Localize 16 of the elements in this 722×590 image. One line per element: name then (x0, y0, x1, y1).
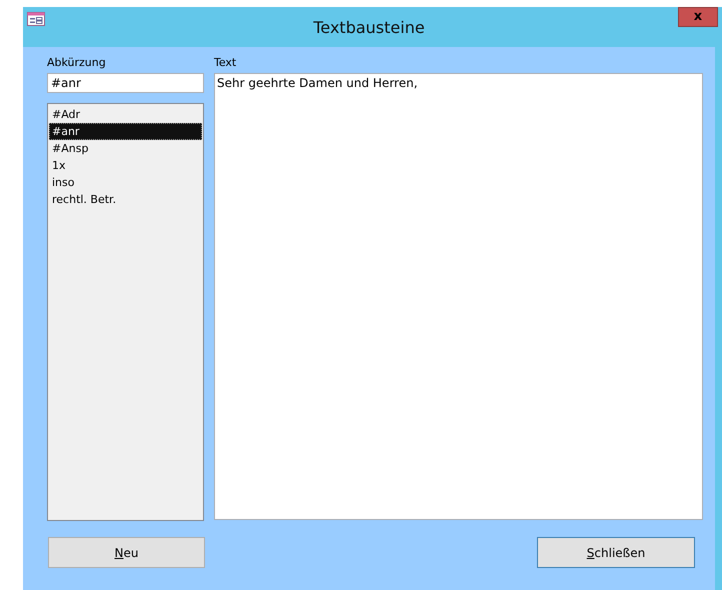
abbreviation-label: Abkürzung (47, 55, 107, 71)
list-item[interactable]: rechtl. Betr. (49, 191, 202, 208)
window-title: Textbausteine (313, 18, 425, 36)
list-item[interactable]: 1x (49, 157, 202, 174)
list-item[interactable]: inso (49, 174, 202, 191)
text-label: Text (214, 55, 238, 71)
list-item[interactable]: #Ansp (49, 140, 202, 157)
list-item[interactable]: #anr (49, 123, 202, 140)
close-dialog-button[interactable]: Schließen (537, 537, 695, 568)
list-item[interactable]: #Adr (49, 106, 202, 123)
abbreviation-field[interactable]: #anr (47, 73, 204, 93)
new-button[interactable]: Neu (48, 537, 205, 568)
form-icon (27, 12, 45, 26)
text-field[interactable]: Sehr geehrte Damen und Herren, (214, 73, 703, 520)
close-button[interactable]: x (678, 7, 718, 27)
abbreviation-list[interactable]: #Adr #anr #Ansp 1x inso rechtl. Betr. (47, 103, 204, 521)
